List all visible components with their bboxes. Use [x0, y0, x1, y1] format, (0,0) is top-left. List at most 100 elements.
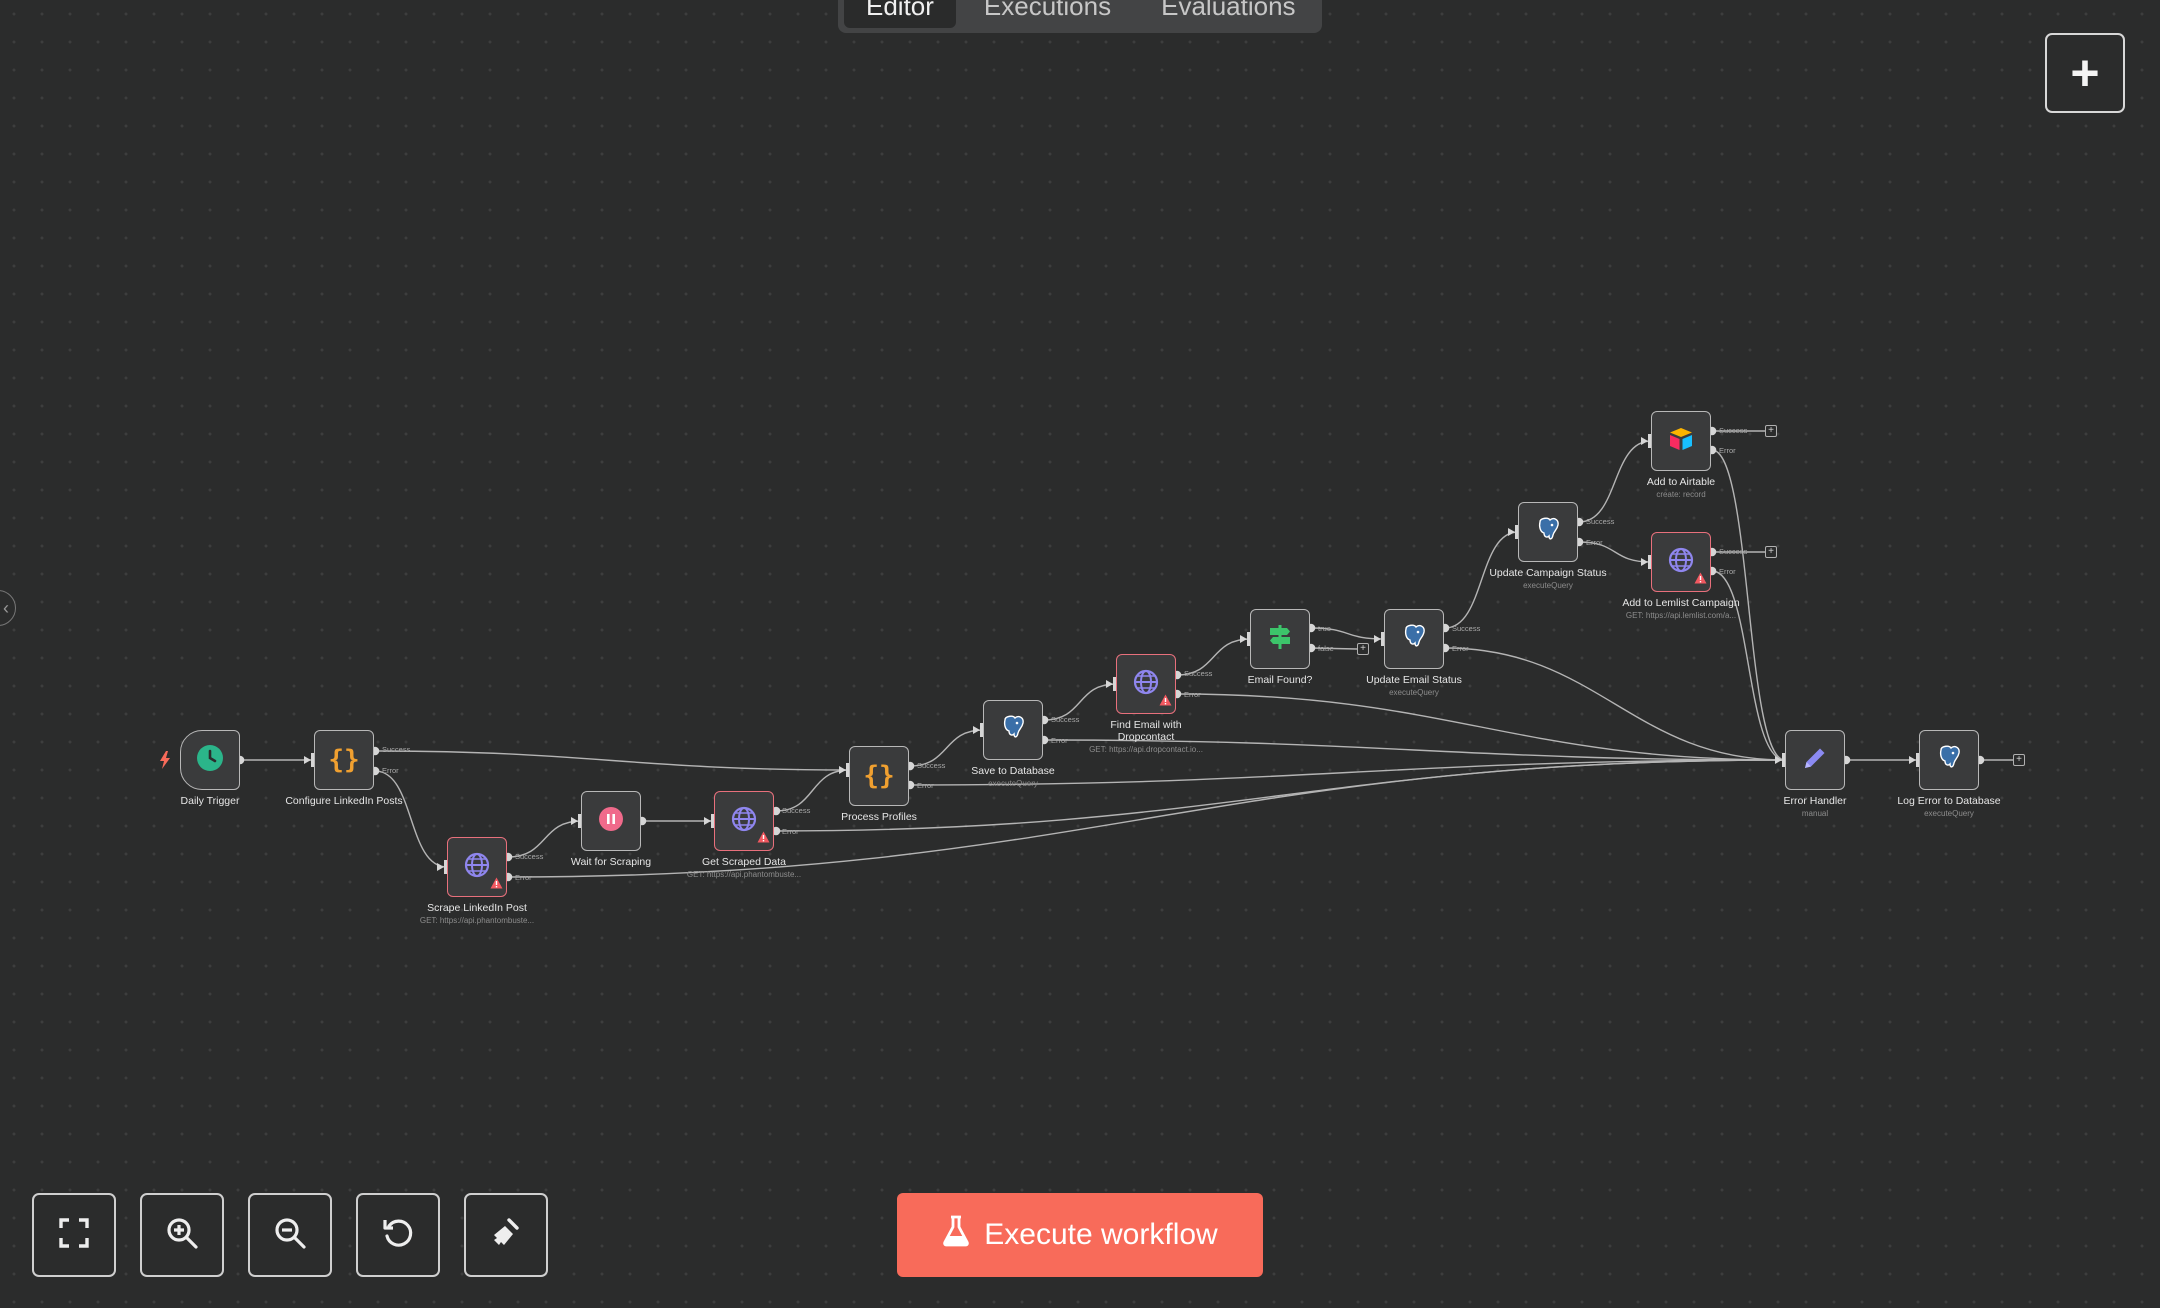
connection-line[interactable] [1444, 647, 1786, 761]
arrow-head [973, 726, 980, 734]
port-label-error: Error [1719, 567, 1736, 576]
node-log-error-to-database[interactable] [1919, 730, 1979, 790]
port-label-error: Error [1719, 446, 1736, 455]
node-process-profiles[interactable]: {} [849, 746, 909, 806]
code-braces-icon: {} [328, 745, 360, 775]
chevron-left-icon: ‹ [3, 598, 9, 618]
zoom-out-icon [273, 1216, 307, 1255]
arrow-head [1374, 635, 1381, 643]
port-label-success: Success [1051, 715, 1080, 724]
port-label-success: Success [1586, 517, 1615, 526]
node-label: Configure LinkedIn Posts [285, 795, 403, 807]
globe-icon [1132, 668, 1160, 701]
add-node-plus-icon[interactable]: + [1765, 546, 1777, 558]
port-label-error: Error [917, 781, 934, 790]
node-get-scraped-data[interactable] [714, 791, 774, 851]
zoom-in-icon [165, 1216, 199, 1255]
execute-workflow-button[interactable]: Execute workflow [897, 1193, 1263, 1277]
postgres-elephant-icon [1935, 744, 1963, 777]
warning-icon [1159, 693, 1172, 711]
postgres-elephant-icon [1400, 623, 1428, 656]
connection-line[interactable] [374, 750, 850, 771]
globe-icon [463, 851, 491, 884]
node-save-to-database[interactable] [983, 700, 1043, 760]
node-label: Update Campaign Status [1489, 567, 1607, 579]
pencil-icon [1801, 744, 1829, 777]
node-subtitle: create: record [1656, 490, 1706, 499]
add-node-plus-icon[interactable]: + [1357, 643, 1369, 655]
zoom-out-button[interactable] [248, 1193, 332, 1277]
node-configure-linkedin-posts[interactable]: {} [314, 730, 374, 790]
node-subtitle: executeQuery [1924, 809, 1974, 818]
arrow-head [571, 817, 578, 825]
arrow-head [1240, 635, 1247, 643]
warning-icon [1694, 571, 1707, 589]
connection-line[interactable] [374, 770, 448, 868]
node-add-to-airtable[interactable] [1651, 411, 1711, 471]
fit-view-button[interactable] [32, 1193, 116, 1277]
view-tabs: Editor Executions Evaluations [838, 0, 1322, 33]
connection-line[interactable] [1176, 693, 1786, 761]
port-label-success: Success [1452, 624, 1481, 633]
node-error-handler[interactable] [1785, 730, 1845, 790]
signpost-icon [1266, 623, 1294, 656]
connection-line[interactable] [1444, 531, 1519, 629]
arrow-head [1508, 528, 1515, 536]
port-label-success: Success [917, 761, 946, 770]
warning-icon [490, 876, 503, 894]
airtable-icon [1667, 425, 1695, 458]
node-label: Log Error to Database [1897, 795, 2001, 807]
node-find-email-dropcontact[interactable] [1116, 654, 1176, 714]
arrow-head [839, 766, 846, 774]
node-subtitle: GET: https://api.dropcontact.io... [1089, 745, 1203, 754]
port-label-success: Success [1719, 547, 1748, 556]
broom-icon [489, 1216, 523, 1255]
arrow-head [304, 756, 311, 764]
tab-evaluations[interactable]: Evaluations [1139, 0, 1317, 28]
node-label: Update Email Status [1366, 674, 1462, 686]
node-wait-for-scraping[interactable] [581, 791, 641, 851]
node-add-to-lemlist-campaign[interactable] [1651, 532, 1711, 592]
tab-executions[interactable]: Executions [962, 0, 1133, 28]
node-update-campaign-status[interactable] [1518, 502, 1578, 562]
node-scrape-linkedin-post[interactable] [447, 837, 507, 897]
tab-editor[interactable]: Editor [844, 0, 956, 28]
node-subtitle: executeQuery [988, 779, 1038, 788]
node-subtitle: GET: https://api.phantombuste... [419, 916, 535, 925]
port-label-success: Success [1184, 669, 1213, 678]
fullscreen-icon [58, 1217, 90, 1254]
port-label-false: false [1318, 644, 1334, 653]
port-label-error: Error [782, 827, 799, 836]
arrow-head [437, 863, 444, 871]
pause-icon [598, 806, 624, 837]
port-label-error: Error [515, 873, 532, 882]
postgres-elephant-icon [999, 714, 1027, 747]
reset-zoom-button[interactable] [356, 1193, 440, 1277]
node-subtitle: executeQuery [1523, 581, 1573, 590]
connection-line[interactable] [775, 769, 850, 812]
add-node-plus-icon[interactable]: + [2013, 754, 2025, 766]
node-subtitle: GET: https://api.lemlist.com/a... [1625, 611, 1737, 620]
arrow-head [1641, 558, 1648, 566]
node-daily-trigger[interactable] [180, 730, 240, 790]
node-label: Add to Airtable [1646, 476, 1716, 488]
node-label: Get Scraped Data [701, 856, 787, 868]
add-node-plus-icon[interactable]: + [1765, 425, 1777, 437]
tidy-up-button[interactable] [464, 1193, 548, 1277]
flask-icon [942, 1215, 984, 1255]
arrow-head [1106, 680, 1113, 688]
node-email-found[interactable] [1250, 609, 1310, 669]
trigger-bolt-icon [159, 751, 171, 774]
port-label-error: Error [1184, 690, 1201, 699]
node-label: Add to Lemlist Campaign [1622, 597, 1740, 609]
arrow-head [1641, 437, 1648, 445]
workflow-canvas[interactable]: Daily Trigger {} Configure LinkedIn Post… [0, 0, 2160, 1308]
node-label: Scrape LinkedIn Post [427, 902, 527, 914]
port-label-success: Success [515, 852, 544, 861]
node-update-email-status[interactable] [1384, 609, 1444, 669]
zoom-in-button[interactable] [140, 1193, 224, 1277]
globe-icon [730, 805, 758, 838]
add-node-button[interactable]: + [2045, 33, 2125, 113]
port-label-error: Error [1452, 644, 1469, 653]
port-label-error: Error [382, 766, 399, 775]
